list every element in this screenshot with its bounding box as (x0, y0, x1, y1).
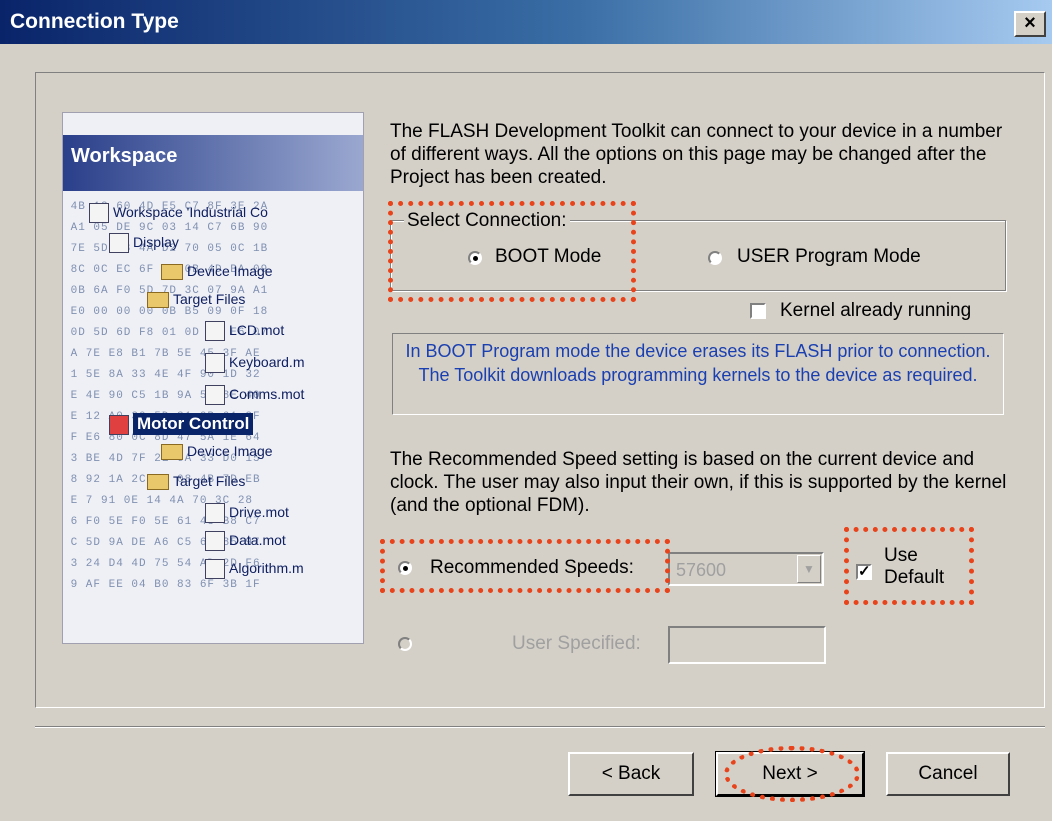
illustration-header: Workspace (63, 135, 363, 191)
tree-item: Algorithm.m (205, 559, 304, 579)
close-button[interactable]: × (1014, 11, 1046, 37)
title-bar: Connection Type × (0, 0, 1052, 44)
tree-item: LCD.mot (205, 321, 284, 341)
tree-item: Workspace 'Industrial Co (89, 203, 268, 223)
user-specified-input[interactable] (668, 626, 826, 664)
project-icon (109, 233, 129, 253)
file-icon (205, 503, 225, 523)
file-icon (205, 385, 225, 405)
use-default-highlight (844, 527, 974, 605)
button-separator (35, 726, 1045, 728)
speed-description: The Recommended Speed setting is based o… (390, 449, 1007, 516)
user-specified-label: User Specified: (512, 633, 641, 654)
window-title: Connection Type (10, 10, 179, 33)
tree-item: Target Files (147, 473, 245, 491)
file-icon (205, 321, 225, 341)
kernel-running-checkbox[interactable] (750, 303, 766, 319)
tree-item: Display (109, 233, 179, 253)
next-button-highlight (724, 746, 860, 802)
project-icon (109, 415, 129, 436)
tree-item: Comms.mot (205, 385, 304, 405)
chevron-down-icon[interactable]: ▼ (797, 555, 821, 583)
workspace-illustration: 09 C1 4E 12 E0 9B C7 5D 7A 40 B0 A1 0F 3… (62, 112, 364, 644)
user-specified-radio[interactable] (398, 637, 412, 651)
file-icon (205, 531, 225, 551)
speed-value: 57600 (676, 560, 727, 580)
tree-item: Device Image (161, 263, 273, 281)
recommended-speeds-highlight (380, 539, 670, 593)
tree-item: Drive.mot (205, 503, 289, 523)
user-program-mode-label[interactable]: USER Program Mode (737, 246, 921, 268)
file-icon (205, 353, 225, 373)
cancel-button[interactable]: Cancel (886, 752, 1010, 796)
speed-combobox[interactable]: 57600 ▼ (668, 552, 824, 586)
workspace-icon (89, 203, 109, 223)
folder-icon (161, 444, 183, 461)
info-box: In BOOT Program mode the device erases i… (392, 333, 1004, 415)
folder-icon (161, 264, 183, 281)
folder-icon (147, 292, 169, 309)
kernel-running-label[interactable]: Kernel already running (780, 300, 971, 322)
file-icon (205, 559, 225, 579)
tree-item: Device Image (161, 443, 273, 461)
boot-mode-highlight (388, 201, 636, 302)
tree-item-selected: Motor Control (109, 413, 254, 436)
folder-icon (147, 474, 169, 491)
user-program-mode-radio[interactable] (708, 251, 722, 265)
intro-text: The FLASH Development Toolkit can connec… (390, 121, 1003, 188)
back-button[interactable]: < Back (568, 752, 694, 796)
tree-item: Data.mot (205, 531, 286, 551)
tree-item: Keyboard.m (205, 353, 304, 373)
tree-item: Target Files (147, 291, 245, 309)
